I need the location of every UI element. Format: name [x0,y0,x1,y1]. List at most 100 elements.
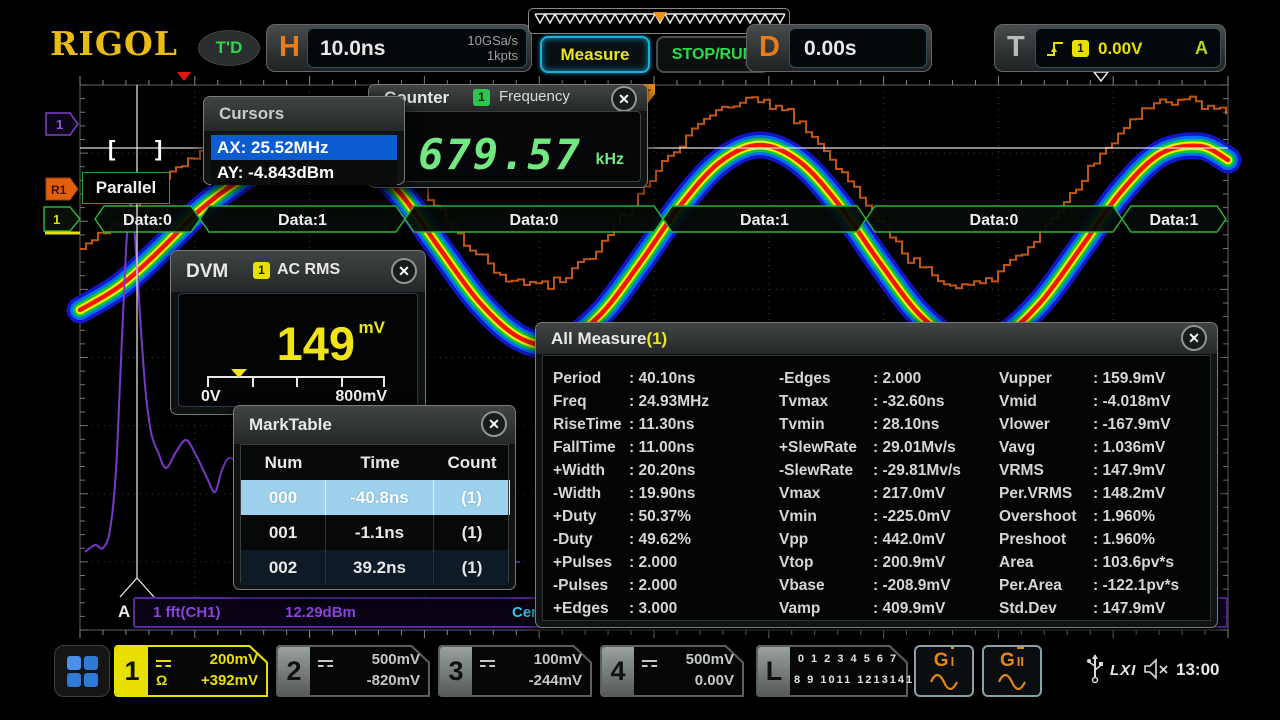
bus-segment-label: Data:1 [278,212,327,229]
cursor-ay-value[interactable]: AY: -4.843dBm [211,160,397,185]
measure-item: Preshoot: 1.960% [999,531,1179,554]
measure-column-3: Vupper: 159.9mVVmid: -4.018mVVlower: -16… [999,370,1179,623]
oscilloscope-screen: Data:0Data:1Data:0Data:1Data:0Data:11R11… [0,0,1280,720]
measure-item: Vupper: 159.9mV [999,370,1179,393]
math-channel-badge: 1 [56,117,63,132]
delay-label: D [759,31,780,64]
horizontal-panel[interactable]: H 10.0ns 10GSa/s 1kpts [266,24,532,72]
dvm-scale [207,376,385,386]
channel-1-offset: +392mV [201,672,258,689]
trigger-source-badge: 1 [1072,40,1089,57]
measure-button[interactable]: Measure [540,36,650,73]
dvm-title: DVM [186,261,228,283]
trigger-level-value: 0.00V [1098,39,1142,59]
measure-item: +Pulses: 2.000 [553,554,709,577]
fft-source: 1 fft(CH1) [153,604,221,621]
impedance-label: Ω [156,672,167,688]
marktable-panel: MarkTable ✕ Num Time Count 000 -40.8ns (… [233,405,516,590]
logic-label: L [758,647,790,695]
measure-item: Vmax: 217.0mV [779,485,961,508]
dvm-value: 149 [277,316,355,371]
counter-unit: kHz [596,151,624,169]
table-row[interactable]: 001 -1.1ns (1) [241,515,508,550]
close-icon[interactable]: ✕ [611,86,637,112]
channel-1-number: 1 [116,647,148,695]
measure-column-1: Period: 40.10nsFreq: 24.93MHzRiseTime: 1… [553,370,709,623]
bus-segment-label: Data:1 [740,212,789,229]
dvm-unit: mV [359,318,385,338]
counter-mode: Frequency [499,88,570,105]
sine-icon [929,674,959,690]
measure-item: Tvmin: 28.10ns [779,416,961,439]
channel-4-scale: 500mV [686,651,734,668]
menu-button[interactable] [54,645,110,697]
delay-value: 0.00s [804,37,857,61]
counter-panel: Counter 1 Frequency ✕ 679.57 kHz [368,84,648,188]
all-measure-count: (1) [646,329,667,348]
clock: 13:00 [1176,660,1219,680]
all-measure-panel: All Measure(1) ✕ Period: 40.10nsFreq: 24… [535,322,1218,628]
dvm-scale-max: 800mV [335,388,387,406]
bus-segment-label: Data:0 [510,212,559,229]
rigol-logo: RIGOL [50,24,178,63]
measure-item: Vtop: 200.9mV [779,554,961,577]
close-icon[interactable]: ✕ [1181,325,1207,351]
usb-icon [1086,654,1104,684]
generator-1-button[interactable]: GI [914,645,974,697]
channel-2-number: 2 [278,647,310,695]
reference-channel-badge: R1 [51,183,67,197]
measure-item: Per.VRMS: 148.2mV [999,485,1179,508]
channel-2-offset: -820mV [367,672,420,689]
cursor-bracket-left: [ [108,136,116,161]
measure-item: +Width: 20.20ns [553,462,709,485]
measure-item: Std.Dev: 147.9mV [999,600,1179,623]
channel-4-button[interactable]: 4 500mV 0.00V [600,645,744,697]
logic-channels-button[interactable]: L 0 1 2 3 4 5 6 7 8 9 1011 12131415 [756,645,908,697]
table-row[interactable]: 002 39.2ns (1) [241,550,508,585]
fft-cursor-a-label: A [118,602,130,622]
channel-3-number: 3 [440,647,472,695]
measure-item: Overshoot: 1.960% [999,508,1179,531]
marktable-title: MarkTable [249,415,332,435]
measure-item: Vpp: 442.0mV [779,531,961,554]
channel-4-offset: 0.00V [695,672,734,689]
dc-coupling-icon [642,655,657,671]
trigger-status-badge: T'D [198,30,260,66]
dvm-mode: AC RMS [277,261,340,279]
channel-1-button[interactable]: 1 Ω 200mV +392mV [114,645,268,697]
dvm-panel: DVM 1 AC RMS ✕ 149 mV 0V 800mV [170,250,426,415]
cursor-bracket-right: ] [155,136,162,161]
dvm-channel-badge: 1 [253,262,270,279]
channel-3-scale: 100mV [534,651,582,668]
close-icon[interactable]: ✕ [481,411,507,437]
speaker-muted-icon[interactable] [1144,658,1170,680]
trigger-label: T [1007,31,1025,64]
channel-2-scale: 500mV [372,651,420,668]
timebase-value: 10.0ns [320,37,385,61]
measure-item: Vbase: -208.9mV [779,577,961,600]
dc-coupling-icon [480,655,495,671]
measure-item: -Duty: 49.62% [553,531,709,554]
measure-item: Vmid: -4.018mV [999,393,1179,416]
dc-coupling-icon [318,655,333,671]
trigger-panel[interactable]: T 1 0.00V A [994,24,1226,72]
parallel-bus-label: Parallel [82,172,170,204]
measure-item: +Edges: 3.000 [553,600,709,623]
table-row[interactable]: 000 -40.8ns (1) [241,480,508,515]
channel-2-button[interactable]: 2 500mV -820mV [276,645,430,697]
delay-panel[interactable]: D 0.00s [746,24,932,72]
rising-edge-icon [1046,39,1066,59]
close-icon[interactable]: ✕ [391,258,417,284]
measure-item: -Pulses: 2.000 [553,577,709,600]
cursor-ax-value[interactable]: AX: 25.52MHz [211,135,397,160]
channel-3-button[interactable]: 3 100mV -244mV [438,645,592,697]
dc-coupling-icon [156,655,171,671]
measure-item: Vmin: -225.0mV [779,508,961,531]
marktable-header-row: Num Time Count [241,445,508,480]
measure-item: Tvmax: -32.60ns [779,393,961,416]
measure-item: FallTime: 11.00ns [553,439,709,462]
measure-item: -Width: 19.90ns [553,485,709,508]
logic-channel-list: 0 1 2 3 4 5 6 7 8 9 1011 12131415 [794,649,902,691]
measure-column-2: -Edges: 2.000Tvmax: -32.60nsTvmin: 28.10… [779,370,961,623]
generator-2-button[interactable]: GII [982,645,1042,697]
